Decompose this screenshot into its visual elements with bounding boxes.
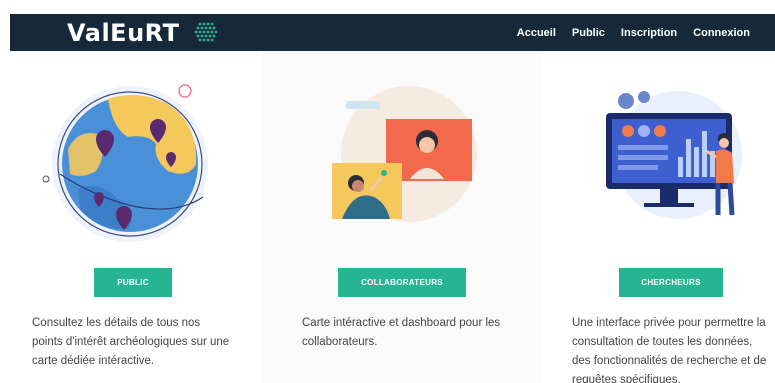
- page-header: ValEuRT Accueil Public Inscription Conne…: [0, 0, 775, 51]
- card-collaborateurs: COLLABORATEURS Carte intéractive et dash…: [262, 51, 542, 383]
- video-call-illustration: [332, 86, 477, 222]
- nav-link-public[interactable]: Public: [572, 27, 605, 39]
- card-chercheurs: CHERCHEURS Une interface privée pour per…: [542, 51, 775, 383]
- collaborateurs-button[interactable]: COLLABORATEURS: [338, 268, 466, 297]
- brand-name[interactable]: ValEuRT: [67, 18, 179, 48]
- public-description: Consultez les détails de tous nos points…: [32, 317, 230, 367]
- navbar: ValEuRT Accueil Public Inscription Conne…: [10, 14, 775, 51]
- chercheurs-button[interactable]: CHERCHEURS: [619, 268, 723, 297]
- nav-link-accueil[interactable]: Accueil: [517, 27, 556, 39]
- chercheurs-description: Une interface privée pour permettre la c…: [572, 317, 767, 383]
- logo-dots-icon: [194, 22, 218, 42]
- dashboard-screen-illustration: [606, 91, 742, 219]
- collaborateurs-description: Carte intéractive et dashboard pour les …: [302, 317, 501, 348]
- card-public: PUBLIC Consultez les détails de tous nos…: [0, 51, 265, 383]
- public-button[interactable]: PUBLIC: [94, 268, 172, 297]
- globe-map-illustration: [42, 84, 208, 242]
- nav-link-inscription[interactable]: Inscription: [621, 27, 677, 39]
- nav-link-connexion[interactable]: Connexion: [693, 27, 750, 39]
- nav-menu: Accueil Public Inscription Connexion: [517, 14, 750, 51]
